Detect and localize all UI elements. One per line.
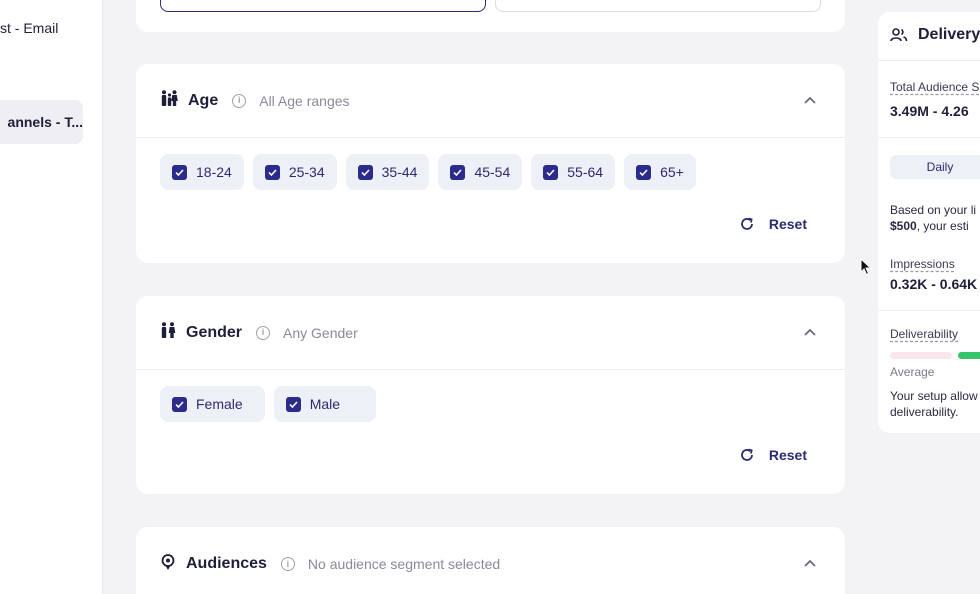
total-audience-label: Total Audience S <box>890 80 980 94</box>
checkbox-checked-icon <box>357 164 373 180</box>
delivery-title-text: Delivery <box>918 26 980 43</box>
checkbox-checked-icon <box>636 164 652 180</box>
checkbox-checked-icon <box>543 164 559 180</box>
sidebar-item-channels[interactable]: annels - T... <box>0 100 83 144</box>
age-option-55-64[interactable]: 55-64 <box>531 154 616 190</box>
delivery-title: Delivery <box>890 26 980 44</box>
checkbox-checked-icon <box>172 396 187 412</box>
age-option-25-34[interactable]: 25-34 <box>252 154 337 190</box>
chevron-up-icon[interactable] <box>803 93 817 107</box>
checkbox-checked-icon <box>450 164 466 180</box>
divider <box>878 60 980 61</box>
chip-label: Male <box>309 396 341 412</box>
mouse-cursor-icon <box>860 257 872 281</box>
refresh-icon <box>740 448 753 461</box>
impressions-value: 0.32K - 0.64K <box>890 276 978 292</box>
divider <box>878 137 980 138</box>
chip-label: 35-44 <box>381 164 418 180</box>
gender-options: Female Male <box>136 370 845 422</box>
gender-option-female[interactable]: Female <box>160 386 265 422</box>
chip-label: 45-54 <box>474 164 511 180</box>
age-card: Age i All Age ranges 18-24 25-34 35-44 4… <box>136 64 845 263</box>
chip-label: Female <box>196 396 243 412</box>
info-icon[interactable]: i <box>256 325 271 340</box>
age-card-header[interactable]: Age i All Age ranges <box>136 64 845 138</box>
age-option-45-54[interactable]: 45-54 <box>438 154 523 190</box>
chevron-up-icon[interactable] <box>803 556 817 570</box>
previous-card <box>136 0 845 32</box>
audiences-card: Audiences i No audience segment selected <box>136 527 845 594</box>
gender-option-male[interactable]: Male <box>273 386 377 422</box>
budget-line-1: Based on your li <box>890 203 977 217</box>
deliverability-bar-low <box>890 352 952 359</box>
budget-line-2: $500, your esti <box>890 218 969 234</box>
gender-reset-button[interactable]: Reset <box>739 447 807 463</box>
checkbox-checked-icon <box>264 164 280 180</box>
info-icon[interactable]: i <box>280 557 295 571</box>
age-option-18-24[interactable]: 18-24 <box>160 154 244 190</box>
sidebar-item-label: annels - T... <box>7 114 83 130</box>
setup-line-2: deliverability. <box>890 405 959 419</box>
audience-target-icon <box>160 553 176 575</box>
chip-label: 65+ <box>660 164 684 180</box>
chip-label: 55-64 <box>567 164 604 180</box>
budget-amount: $500 <box>890 219 917 233</box>
left-sidebar: st - Email annels - T... <box>0 0 103 594</box>
age-reset-button[interactable]: Reset <box>739 216 807 232</box>
daily-label: Daily <box>926 160 954 174</box>
divider <box>878 310 980 311</box>
deliverability-level: Average <box>890 365 935 379</box>
chevron-up-icon[interactable] <box>803 325 817 339</box>
card-title: Gender <box>186 323 243 341</box>
card-subtitle: All Age ranges <box>259 92 350 109</box>
gender-icon <box>160 322 176 343</box>
sidebar-item-label: st - Email <box>0 20 59 36</box>
card-subtitle: No audience segment selected <box>307 556 501 572</box>
checkbox-checked-icon <box>285 396 301 412</box>
chip-label: 18-24 <box>196 164 232 180</box>
age-option-65-plus[interactable]: 65+ <box>624 154 696 190</box>
reset-label: Reset <box>768 447 807 463</box>
impressions-label: Impressions <box>890 257 955 271</box>
chip-label: 25-34 <box>288 164 325 180</box>
date-input-start[interactable] <box>160 0 486 12</box>
age-icon <box>160 90 178 111</box>
total-audience-value: 3.49M - 4.26 <box>890 103 969 119</box>
delivery-panel: Delivery Total Audience S 3.49M - 4.26 D… <box>878 12 980 433</box>
age-option-35-44[interactable]: 35-44 <box>345 154 430 190</box>
refresh-icon <box>740 217 753 230</box>
deliverability-bar-level <box>958 352 980 359</box>
gender-card-header[interactable]: Gender i Any Gender <box>136 296 845 370</box>
setup-line-1: Your setup allow <box>890 389 978 403</box>
daily-toggle[interactable]: Daily <box>890 155 980 179</box>
users-icon <box>890 28 908 42</box>
age-options: 18-24 25-34 35-44 45-54 55-64 65+ <box>136 138 845 190</box>
date-input-end[interactable] <box>495 0 821 12</box>
card-subtitle: Any Gender <box>283 324 358 341</box>
audiences-card-header[interactable]: Audiences i No audience segment selected <box>136 527 845 594</box>
card-title: Age <box>188 91 219 109</box>
reset-label: Reset <box>768 216 807 232</box>
budget-line-2-rest: , your esti <box>916 219 969 233</box>
info-icon[interactable]: i <box>232 93 247 108</box>
card-title: Audiences <box>186 555 267 572</box>
checkbox-checked-icon <box>172 164 187 180</box>
gender-card: Gender i Any Gender Female Male Reset <box>136 296 845 494</box>
sidebar-item-email[interactable]: st - Email <box>0 20 58 36</box>
deliverability-label: Deliverability <box>890 327 959 341</box>
